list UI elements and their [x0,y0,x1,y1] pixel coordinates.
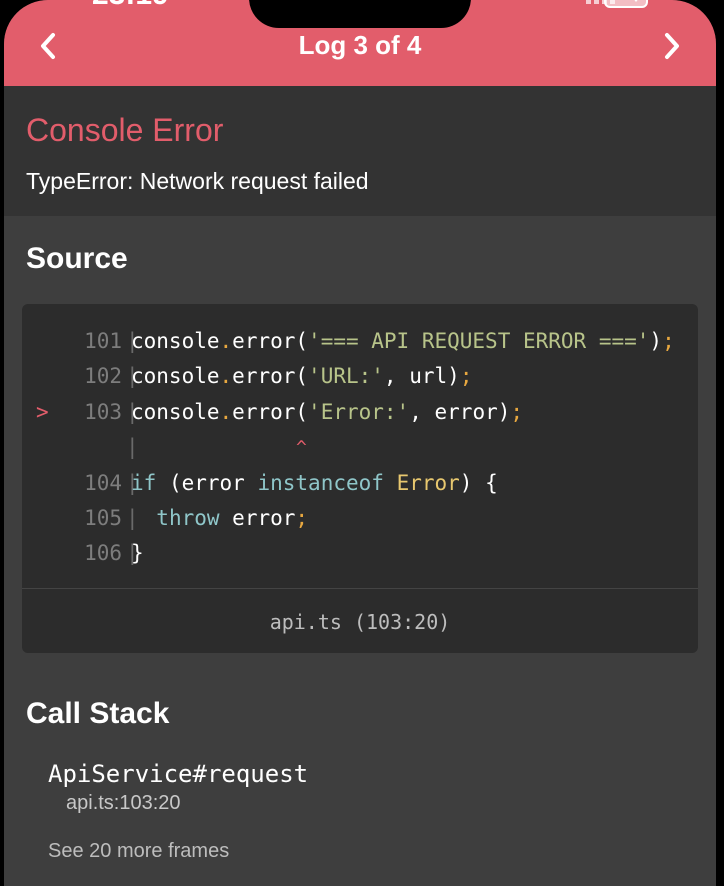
status-time: 23:19 [92,0,169,12]
gutter-separator: | [126,435,139,460]
code-text: console.error('=== API REQUEST ERROR ===… [131,329,675,353]
chevron-right-icon [665,33,679,59]
code-line: 105 | throw error; [22,501,698,536]
line-number: 102 [84,364,122,389]
source-location[interactable]: api.ts (103:20) [22,588,698,653]
code-line: | ^ [22,430,698,465]
call-stack-heading: Call Stack [26,697,170,730]
line-number: 105 [84,505,122,530]
code-text: console.error('URL:', url); [131,364,473,389]
code-lines: 101 | console.error('=== API REQUEST ERROR… [22,324,698,572]
line-number: 104 [84,470,122,495]
code-text: throw error; [156,505,309,530]
line-number: 101 [84,329,122,353]
log-counter-title: Log 3 of 4 [298,30,422,60]
code-line: 102 | console.error('URL:', url); [22,359,698,394]
error-summary: Console Error TypeError: Network request… [4,86,716,216]
code-text: } [131,541,144,566]
app-screen: 23:19 Log 3 of 4 Console Error TypeError… [4,0,716,886]
current-line-marker: > [36,399,49,424]
see-more-frames-link[interactable]: See 20 more frames [48,840,229,863]
header-bar: 23:19 Log 3 of 4 [4,0,716,86]
line-number: 103 [84,399,122,424]
line-number: 106 [84,541,122,566]
error-message: TypeError: Network request failed [26,168,369,194]
source-code-frame: 101 | console.error('=== API REQUEST ERROR… [22,304,698,653]
status-icons [585,0,648,9]
stack-frame-name[interactable]: ApiService#request [48,760,308,788]
error-caret: ^ [296,437,307,459]
code-line: 104 | if (error instanceof Error) { [22,466,698,501]
error-title: Console Error [26,112,224,148]
battery-icon [604,0,648,8]
code-line: 106 |} [22,536,698,571]
stack-frame-location: api.ts:103:20 [66,792,181,814]
source-heading: Source [26,242,128,275]
code-line: >103 | console.error('Error:', error); [22,395,698,430]
code-text: console.error('Error:', error); [131,399,524,424]
code-line: 101 | console.error('=== API REQUEST ERROR… [22,324,698,359]
code-text: if (error instanceof Error) { [131,470,498,495]
device-notch [249,0,471,28]
next-log-button[interactable] [650,24,694,68]
